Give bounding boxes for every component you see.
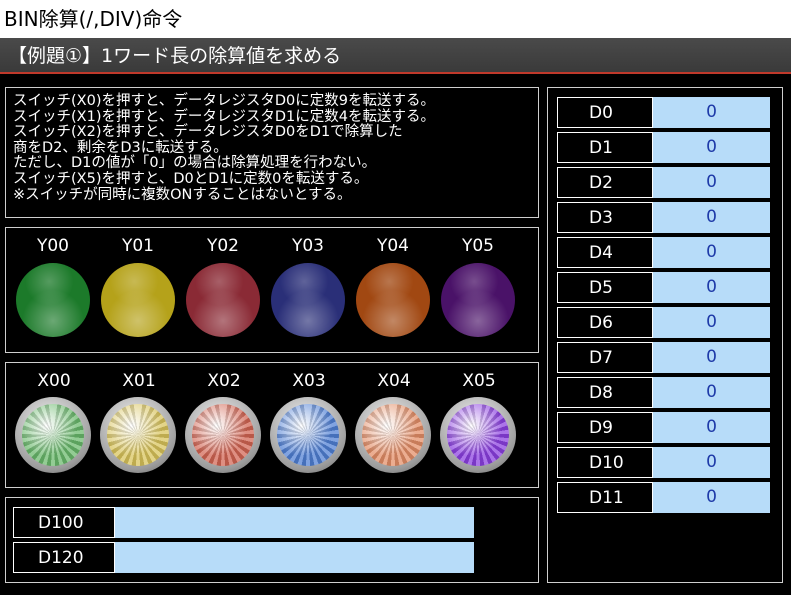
switch-x02-face[interactable] [192, 404, 254, 466]
switch-x05-face[interactable] [447, 404, 509, 466]
switch-x00-face[interactable] [22, 404, 84, 466]
register-d1: D1 0 [557, 132, 770, 163]
lamp-y01-indicator [101, 263, 175, 337]
register-value: 0 [653, 307, 770, 338]
register-value: 0 [653, 377, 770, 408]
input-switches-panel: X00 X01 X02 X03 X04 X05 [5, 362, 539, 488]
register-value: 0 [653, 202, 770, 233]
lamp-label-y03: Y03 [291, 236, 325, 256]
register-label: D9 [557, 412, 653, 443]
switch-x01-face[interactable] [107, 404, 169, 466]
register-value [115, 507, 474, 538]
register-label: D4 [557, 237, 653, 268]
register-value: 0 [653, 167, 770, 198]
description-line: ただし、D1の値が「0」の場合は除算処理を行わない。 [13, 155, 377, 172]
description-line: スイッチ(X5)を押すと、D0とD1に定数0を転送する。 [13, 170, 369, 187]
output-lamps-panel: Y00 Y01 Y02 Y03 Y04 Y05 [5, 227, 539, 353]
lamp-label-y01: Y01 [121, 236, 155, 256]
switch-label-x05: X05 [462, 371, 496, 391]
register-d11: D11 0 [557, 482, 770, 513]
data-register-panel: D0 0 D1 0 D2 0 D3 0 D4 0 D5 0 D6 0 D7 0 D8 0 D9 0 D10 0 D11 0 [547, 87, 783, 583]
lamp-y00-indicator [16, 263, 90, 337]
register-label: D1 [557, 132, 653, 163]
register-d7: D7 0 [557, 342, 770, 373]
switch-x05-button[interactable] [440, 397, 516, 473]
switch-x04-face[interactable] [362, 404, 424, 466]
register-label: D10 [557, 447, 653, 478]
register-label: D120 [13, 542, 115, 573]
register-d6: D6 0 [557, 307, 770, 338]
register-value: 0 [653, 272, 770, 303]
register-label: D3 [557, 202, 653, 233]
register-d0: D0 0 [557, 97, 770, 128]
register-d2: D2 0 [557, 167, 770, 198]
description-line: スイッチ(X0)を押すと、データレジスタD0に定数9を転送する。 [13, 93, 436, 109]
description-panel: スイッチ(X0)を押すと、データレジスタD0に定数9を転送する。 スイッチ(X1… [5, 87, 539, 218]
lamp-y02-indicator [186, 263, 260, 337]
lamp-label-y00: Y00 [36, 236, 70, 256]
register-label: D11 [557, 482, 653, 513]
register-label: D8 [557, 377, 653, 408]
register-value: 0 [653, 482, 770, 513]
register-d9: D9 0 [557, 412, 770, 443]
lamp-y04-indicator [356, 263, 430, 337]
switch-label-x02: X02 [207, 371, 241, 391]
description-line: スイッチ(X2)を押すと、データレジスタD0をD1で除算した [13, 124, 403, 141]
switch-label-x03: X03 [292, 371, 326, 391]
register-value: 0 [653, 447, 770, 478]
register-value: 0 [653, 342, 770, 373]
d100-d120-register-panel: D100 D120 [5, 497, 539, 583]
register-label: D2 [557, 167, 653, 198]
register-label: D100 [13, 507, 115, 538]
register-value [115, 542, 474, 573]
switch-x04-button[interactable] [355, 397, 431, 473]
register-d10: D10 0 [557, 447, 770, 478]
register-label: D0 [557, 97, 653, 128]
register-label: D5 [557, 272, 653, 303]
register-value: 0 [653, 132, 770, 163]
window-title: BIN除算(/,DIV)命令 [0, 0, 791, 38]
example-title: 【例題①】1ワード長の除算値を求める [0, 38, 791, 74]
register-d5: D5 0 [557, 272, 770, 303]
register-label: D6 [557, 307, 653, 338]
register-value: 0 [653, 237, 770, 268]
register-value: 0 [653, 412, 770, 443]
register-d4: D4 0 [557, 237, 770, 268]
register-d3: D3 0 [557, 202, 770, 233]
switch-label-x04: X04 [377, 371, 411, 391]
register-d120: D120 [13, 542, 474, 573]
switch-label-x01: X01 [122, 371, 156, 391]
switch-x03-face[interactable] [277, 404, 339, 466]
lamp-y05-indicator [441, 263, 515, 337]
lamp-label-y05: Y05 [461, 236, 495, 256]
description-line: スイッチ(X1)を押すと、データレジスタD1に定数4を転送する。 [13, 108, 436, 125]
lamp-label-y04: Y04 [376, 236, 410, 256]
register-value: 0 [653, 97, 770, 128]
lamp-label-y02: Y02 [206, 236, 240, 256]
register-d100: D100 [13, 507, 474, 538]
switch-x03-button[interactable] [270, 397, 346, 473]
register-d8: D8 0 [557, 377, 770, 408]
switch-label-x00: X00 [37, 371, 71, 391]
switch-x00-button[interactable] [15, 397, 91, 473]
register-label: D7 [557, 342, 653, 373]
switch-x02-button[interactable] [185, 397, 261, 473]
description-line: ※スイッチが同時に複数ONすることはないとする。 [13, 186, 352, 203]
lamp-y03-indicator [271, 263, 345, 337]
switch-x01-button[interactable] [100, 397, 176, 473]
